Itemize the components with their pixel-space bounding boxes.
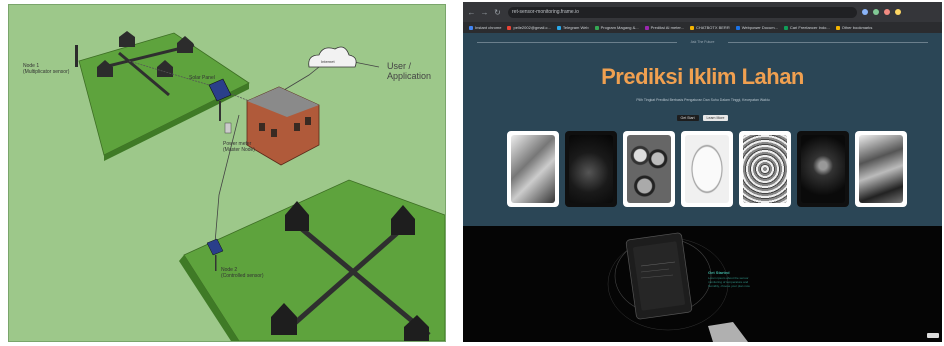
back-icon[interactable]: ← — [467, 8, 476, 17]
hero-buttons: Get Start Learn More — [463, 115, 942, 121]
bookmark-label: Telegram Web — [562, 25, 589, 30]
url-text: ret-sensor-monitoring.frame.io — [512, 9, 579, 15]
image-card-2[interactable] — [565, 131, 617, 207]
bookmark-icon — [469, 25, 473, 30]
power-meter — [224, 122, 232, 134]
bookmark-item[interactable]: CHATBOTX BERR — [690, 25, 730, 30]
card-image — [569, 135, 613, 203]
hero-title: Prediksi Iklim Lahan — [601, 64, 804, 89]
lower-section-title: Get Started — [708, 270, 730, 275]
image-card-3[interactable] — [623, 131, 675, 207]
webpage-lower-section: Get Started Lorem ipsum about the sensor… — [463, 226, 942, 342]
diagram-canvas — [75, 31, 445, 341]
user-app-label: User / Application — [387, 61, 432, 81]
bookmark-item[interactable]: Other bookmarks — [835, 25, 873, 30]
bookmark-label: CHATBOTX BERR — [696, 25, 730, 30]
bookmarks-bar: Instant chrome pelle2002@gmail.c... Telegr… — [463, 22, 942, 33]
bookmark-label: pelle2002@gmail.c... — [513, 25, 551, 30]
bookmark-icon — [507, 25, 512, 30]
cloud-label: Internet — [321, 59, 335, 64]
profile-avatar[interactable] — [895, 9, 901, 15]
bookmark-item[interactable]: Prediksi AI meter... — [644, 25, 684, 30]
phone-illustration — [607, 232, 748, 342]
bookmark-label: Prediksi AI meter... — [650, 25, 684, 30]
bookmark-item[interactable]: pelle2002@gmail.c... — [507, 25, 551, 30]
image-card-row — [507, 131, 907, 207]
bookmark-label: Cari Freelancer Indo... — [789, 25, 830, 30]
bookmark-icon — [783, 25, 788, 30]
solar-label: Solar Panel — [189, 75, 215, 81]
bookmark-label: Instant chrome — [475, 25, 502, 30]
card-image — [627, 135, 671, 203]
bookmark-icon — [556, 25, 561, 30]
bookmark-icon — [835, 25, 840, 30]
bookmark-item[interactable]: Cari Freelancer Indo... — [783, 25, 830, 30]
image-card-1[interactable] — [507, 131, 559, 207]
scroll-chip[interactable] — [927, 333, 939, 338]
image-card-5[interactable] — [739, 131, 791, 207]
card-image — [859, 135, 903, 203]
bookmark-label: Program Magang &... — [600, 25, 639, 30]
bookmark-icon — [690, 25, 694, 30]
bookmark-item[interactable]: Program Magang &... — [594, 25, 639, 30]
bookmark-icon — [644, 25, 649, 30]
node1-label: Node 1 (Multiplicator sensor) — [23, 63, 70, 75]
learn-more-button[interactable]: Learn More — [702, 115, 729, 121]
bookmark-item[interactable]: Telegram Web — [556, 25, 589, 30]
card-image — [743, 135, 787, 203]
sensor-network-diagram: Node 1 (Multiplicator sensor) Solar Panel… — [8, 4, 446, 342]
power-meter-label: Power meter (Master Node) — [223, 141, 255, 153]
bookmark-icon — [594, 25, 599, 30]
card-image — [801, 135, 845, 203]
image-card-4[interactable] — [681, 131, 733, 207]
bookmark-item[interactable]: Instant chrome — [469, 25, 501, 30]
lower-section-text: Lorem ipsum about the sensor monitoring … — [708, 276, 750, 288]
get-start-button[interactable]: Get Start — [676, 115, 699, 121]
webpage-hero: Ask The Future Prediksi Iklim Lahan Pili… — [463, 33, 942, 226]
hero-subtitle: Pilih Tingkat Prediksi Berbasis Pengatur… — [636, 98, 770, 102]
reload-icon[interactable]: ↻ — [493, 8, 502, 17]
forward-icon[interactable]: → — [480, 8, 489, 17]
node2-label: Node 2 (Controlled sensor) — [221, 267, 264, 279]
extension-icon[interactable] — [884, 9, 890, 15]
extension-icon[interactable] — [873, 9, 879, 15]
browser-window: ← → ↻ ret-sensor-monitoring.frame.io Ins… — [463, 2, 942, 342]
address-bar-row: ← → ↻ ret-sensor-monitoring.frame.io — [463, 2, 942, 22]
bookmark-icon — [735, 25, 740, 30]
divider — [728, 42, 928, 43]
bookmark-label: Webpower Docum... — [741, 25, 778, 30]
extension-icon[interactable] — [862, 9, 868, 15]
image-card-7[interactable] — [855, 131, 907, 207]
card-image — [685, 135, 729, 203]
image-card-6[interactable] — [797, 131, 849, 207]
card-image — [511, 135, 555, 203]
bookmark-label: Other bookmarks — [841, 25, 873, 30]
url-input[interactable]: ret-sensor-monitoring.frame.io — [508, 6, 857, 18]
bookmark-item[interactable]: Webpower Docum... — [735, 25, 778, 30]
